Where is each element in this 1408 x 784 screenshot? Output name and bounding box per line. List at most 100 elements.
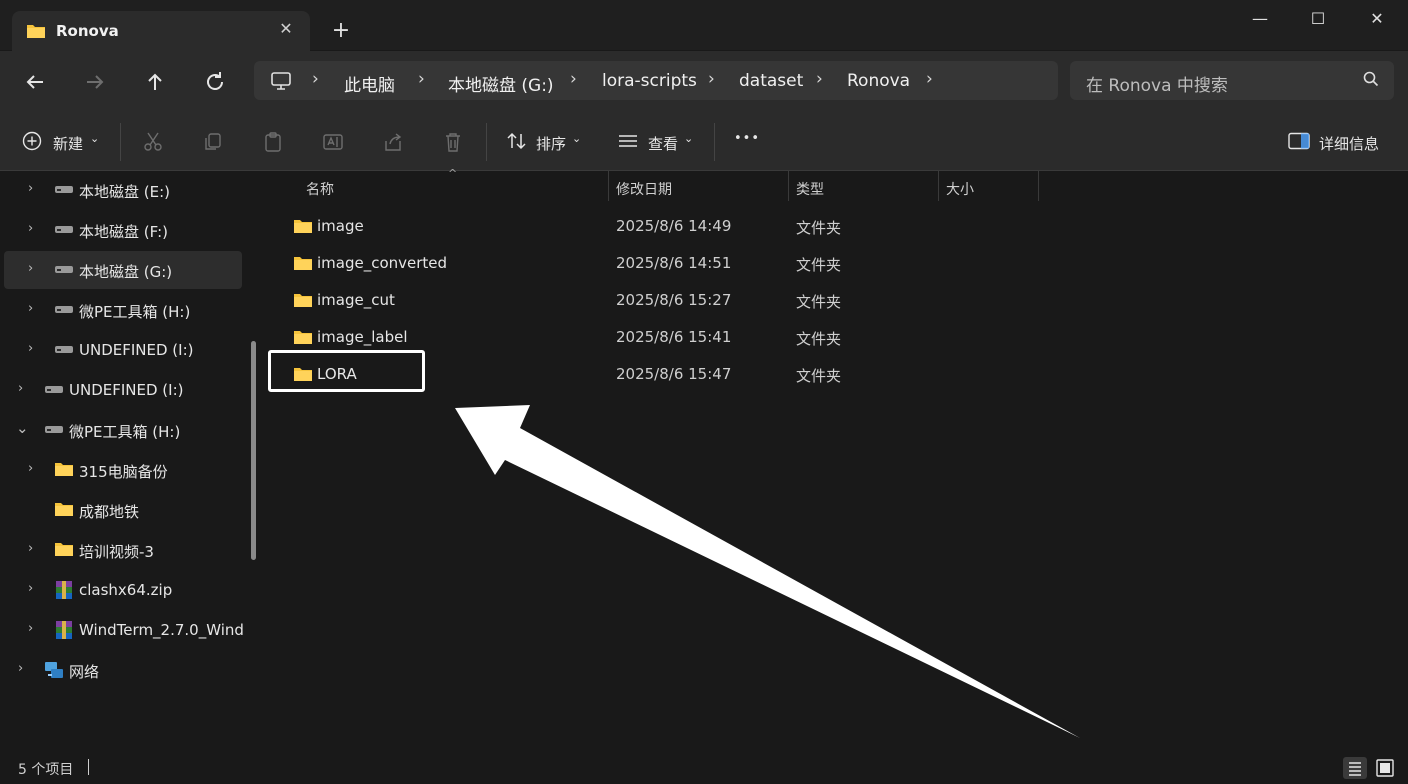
address-bar[interactable]: › 此电脑 › 本地磁盘 (G:) › lora-scripts › datas… [254,61,1058,100]
table-row[interactable]: image 2025/8/6 14:49 文件夹 [268,208,1408,245]
file-modified: 2025/8/6 15:47 [616,365,732,383]
chevron-right-icon[interactable]: › [18,381,23,396]
drive-icon [55,186,73,193]
table-row[interactable]: image_cut 2025/8/6 15:27 文件夹 [268,282,1408,319]
sidebar-item-pe-toolbox-h[interactable]: ⌄ 微PE工具箱 (H:) [4,411,242,449]
sort-ascending-icon: ^ [448,167,458,180]
sidebar-item-windterm[interactable]: › WindTerm_2.7.0_Wind [4,611,244,649]
new-tab-button[interactable]: + [330,20,352,42]
maximize-button[interactable]: ☐ [1301,8,1335,30]
folder-icon [294,331,312,344]
search-icon[interactable] [1362,70,1380,88]
sidebar-item-training-video[interactable]: › 培训视频-3 [4,531,242,569]
chevron-right-icon[interactable]: › [28,541,33,556]
copy-icon[interactable] [202,131,224,153]
file-modified: 2025/8/6 14:49 [616,217,732,235]
tab-title: Ronova [56,22,119,40]
close-tab-icon[interactable]: ✕ [276,19,296,39]
plus-circle-icon [22,131,42,151]
chevron-right-icon[interactable]: › [28,261,33,276]
sidebar-item-label: UNDEFINED (I:) [69,381,184,399]
sidebar-item-label: 本地磁盘 (G:) [79,263,173,281]
drive-icon [55,346,73,353]
divider [120,123,121,161]
sidebar-item-drive-h[interactable]: › 微PE工具箱 (H:) [4,291,242,329]
sidebar-item-clashx-zip[interactable]: › clashx64.zip [4,571,242,609]
file-type: 文件夹 [796,330,842,348]
title-bar: Ronova ✕ + — ☐ ✕ [0,0,1408,51]
paste-icon[interactable] [262,131,284,153]
tab-ronova[interactable]: Ronova ✕ [12,11,310,51]
chevron-down-icon: ⌄ [572,132,582,145]
archive-icon [56,621,72,639]
refresh-icon[interactable] [200,67,230,97]
chevron-right-icon[interactable]: › [816,69,823,89]
file-type: 文件夹 [796,367,842,385]
column-header-size[interactable]: 大小 [946,179,974,199]
sidebar-scrollbar[interactable] [251,341,256,560]
file-name: image_cut [317,291,395,309]
sidebar-item-undefined-i[interactable]: › UNDEFINED (I:) [4,371,242,409]
sidebar-item-drive-g[interactable]: › 本地磁盘 (G:) [4,251,242,289]
chevron-right-icon[interactable]: › [418,69,425,89]
chevron-right-icon[interactable]: › [28,301,33,316]
folder-icon [294,257,312,270]
sidebar-item-label: 微PE工具箱 (H:) [79,303,191,321]
chevron-down-icon[interactable]: ⌄ [16,419,29,437]
details-view-icon[interactable] [1343,757,1367,779]
back-arrow-icon[interactable] [20,67,50,97]
new-label: 新建 [53,135,84,153]
more-options-icon[interactable]: ••• [734,131,760,157]
sidebar-item-label: WindTerm_2.7.0_Wind [79,621,244,639]
command-bar: 新建 ⌄ 排序 ⌄ 查看 ⌄ ••• 详细信息 [0,111,1408,171]
close-window-button[interactable]: ✕ [1360,8,1394,30]
breadcrumb-lora-scripts[interactable]: lora-scripts [602,71,697,91]
rename-icon[interactable] [322,131,344,153]
share-icon[interactable] [382,131,404,153]
chevron-right-icon[interactable]: › [312,69,319,89]
sidebar-item-drive-f[interactable]: › 本地磁盘 (F:) [4,211,242,249]
column-divider[interactable] [788,171,789,201]
chevron-right-icon[interactable]: › [28,581,33,596]
sidebar-item-label: 成都地铁 [79,503,140,521]
minimize-button[interactable]: — [1243,8,1277,30]
column-header-modified[interactable]: 修改日期 [616,179,672,199]
column-header-type[interactable]: 类型 [796,179,824,199]
sidebar-item-chengdu-metro[interactable]: 成都地铁 [4,491,242,529]
breadcrumb-this-pc[interactable]: 此电脑 [344,71,395,96]
up-arrow-icon[interactable] [140,67,170,97]
chevron-right-icon[interactable]: › [28,221,33,236]
chevron-right-icon[interactable]: › [28,341,33,356]
file-modified: 2025/8/6 15:27 [616,291,732,309]
column-divider[interactable] [938,171,939,201]
sidebar-item-label: clashx64.zip [79,581,173,599]
chevron-right-icon[interactable]: › [28,181,33,196]
chevron-right-icon[interactable]: › [18,661,23,676]
column-divider[interactable] [1038,171,1039,201]
chevron-right-icon[interactable]: › [926,69,933,89]
sidebar-item-network[interactable]: › 网络 [4,651,242,689]
column-divider[interactable] [608,171,609,201]
chevron-right-icon[interactable]: › [570,69,577,89]
chevron-right-icon[interactable]: › [28,621,33,636]
chevron-down-icon: ⌄ [90,132,100,145]
table-row[interactable]: image_label 2025/8/6 15:41 文件夹 [268,319,1408,356]
breadcrumb-ronova[interactable]: Ronova [847,71,910,91]
sidebar-item-315-backup[interactable]: › 315电脑备份 [4,451,242,489]
chevron-right-icon[interactable]: › [708,69,715,89]
breadcrumb-drive-g[interactable]: 本地磁盘 (G:) [448,71,554,96]
file-name: image_converted [317,254,448,272]
search-input[interactable]: 在 Ronova 中搜索 [1070,61,1394,100]
table-row[interactable]: LORA 2025/8/6 15:47 文件夹 [268,356,1408,393]
delete-icon[interactable] [442,131,464,153]
file-type: 文件夹 [796,219,842,237]
cut-icon[interactable] [142,131,164,153]
table-row[interactable]: image_converted 2025/8/6 14:51 文件夹 [268,245,1408,282]
sidebar-item-drive-e[interactable]: › 本地磁盘 (E:) [4,171,242,209]
sidebar-item-drive-i[interactable]: › UNDEFINED (I:) [4,331,242,369]
breadcrumb-dataset[interactable]: dataset [739,71,803,91]
column-header-name[interactable]: 名称 [306,179,334,199]
chevron-right-icon[interactable]: › [28,461,33,476]
thumbnail-view-icon[interactable] [1373,757,1397,779]
forward-arrow-icon[interactable] [80,67,110,97]
